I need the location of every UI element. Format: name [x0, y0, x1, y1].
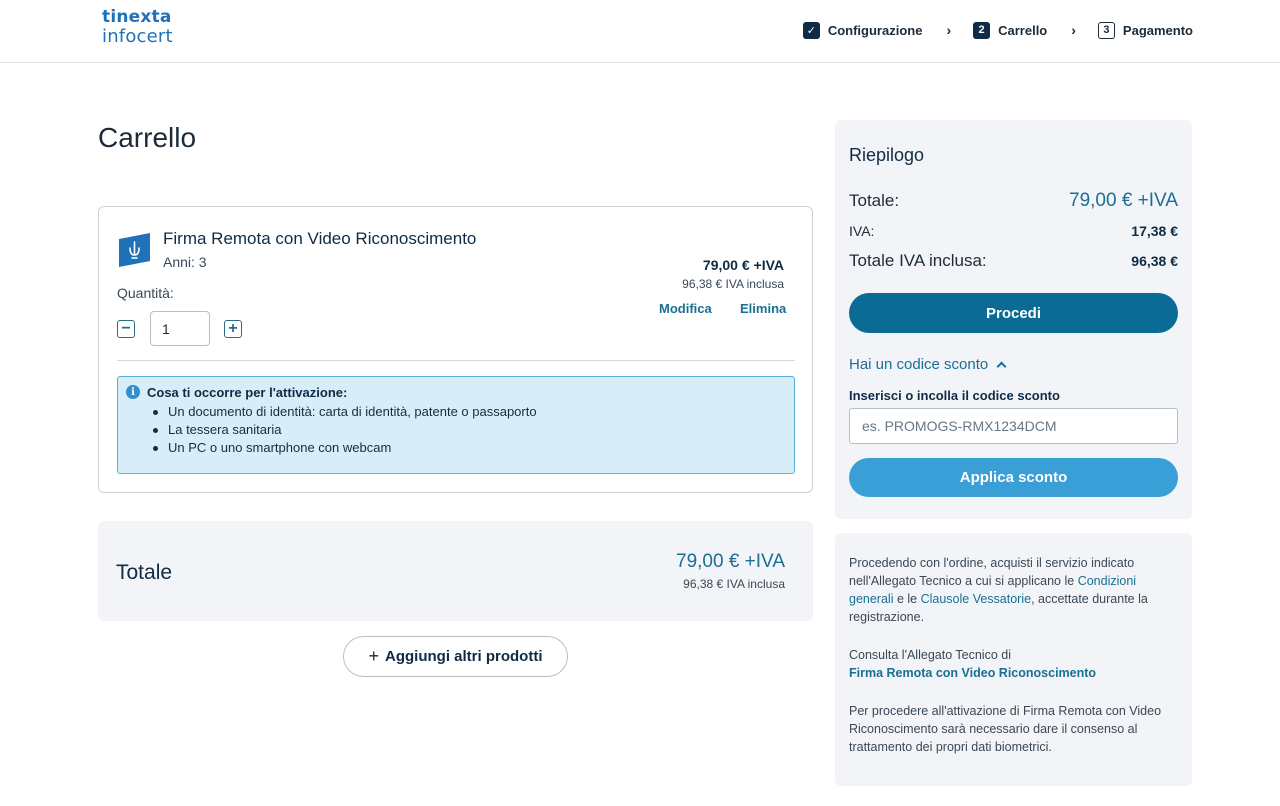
step-configurazione[interactable]: ✓ Configurazione [802, 21, 923, 39]
plus-icon: + [368, 646, 380, 666]
summary-title: Riepilogo [849, 145, 925, 165]
technical-annex-link[interactable]: Firma Remota con Video Riconoscimento [849, 666, 1096, 680]
info-title: Cosa ti occorre per l'attivazione: [147, 385, 348, 400]
total-price-vat-included: 96,38 € IVA inclusa [683, 577, 785, 591]
product-price: 79,00 € +IVA [702, 257, 784, 273]
step-label: Pagamento [1122, 22, 1193, 38]
step-label: Carrello [998, 22, 1048, 38]
order-summary: Riepilogo Totale: 79,00 € +IVA IVA: 17,3… [835, 120, 1192, 519]
summary-vat-value: 17,38 € [1131, 223, 1178, 239]
step-carrello[interactable]: 2 Carrello [973, 21, 1048, 39]
product-name: Firma Remota con Video Riconoscimento [163, 229, 477, 248]
activation-requirements-box: i Cosa ti occorre per l'attivazione: Un … [117, 376, 795, 474]
page-title: Carrello [98, 122, 197, 153]
edit-link[interactable]: Modifica [659, 301, 712, 316]
coupon-field-label: Inserisci o incolla il codice sconto [849, 388, 1060, 403]
signature-product-icon [119, 233, 150, 267]
check-icon: ✓ [802, 21, 820, 39]
list-item: La tessera sanitaria [151, 421, 537, 439]
summary-vat-row: IVA: 17,38 € [849, 223, 1178, 239]
total-price: 79,00 € +IVA [676, 551, 785, 572]
checkout-steps: ✓ Configurazione › 2 Carrello › 3 Pagame… [802, 20, 1193, 40]
list-item: Un documento di identità: carta di ident… [151, 403, 537, 421]
step-pagamento[interactable]: 3 Pagamento [1097, 21, 1193, 39]
add-more-products-label: Aggiungi altri prodotti [385, 648, 543, 665]
total-card: Totale 79,00 € +IVA 96,38 € IVA inclusa [98, 521, 813, 621]
chevron-right-icon: › [946, 22, 952, 38]
apply-coupon-button[interactable]: Applica sconto [849, 458, 1178, 497]
logo[interactable]: tinexta infocert [102, 9, 173, 46]
product-years: Anni: 3 [163, 254, 207, 270]
info-icon: i [126, 385, 140, 399]
legal-paragraph-technical: Consulta l'Allegato Tecnico di Firma Remo… [849, 646, 1178, 682]
quantity-label: Quantità: [117, 285, 174, 301]
requirements-list: Un documento di identità: carta di ident… [151, 403, 537, 457]
divider [117, 360, 795, 361]
logo-bottom-text: infocert [102, 26, 173, 47]
quantity-decrease-button[interactable]: − [117, 320, 135, 338]
coupon-toggle-label: Hai un codice sconto [849, 356, 989, 373]
quantity-increase-button[interactable]: + [224, 320, 242, 338]
legal-paragraph-biometric: Per procedere all'attivazione di Firma R… [849, 704, 1162, 754]
summary-incl-value: 96,38 € [1131, 253, 1178, 269]
chevron-right-icon: › [1071, 22, 1076, 38]
proceed-button[interactable]: Procedi [849, 293, 1178, 333]
logo-top-text: tinexta [102, 7, 172, 27]
product-price-vat-included: 96,38 € IVA inclusa [682, 277, 784, 291]
step-number: 2 [973, 21, 991, 39]
header: tinexta infocert ✓ Configurazione › 2 Ca… [0, 0, 1280, 63]
step-number: 3 [1097, 21, 1115, 39]
summary-incl-row: Totale IVA inclusa: 96,38 € [849, 251, 1178, 271]
list-item: Un PC o uno smartphone con webcam [151, 439, 537, 457]
coupon-input[interactable] [849, 408, 1178, 444]
coupon-toggle[interactable]: Hai un codice sconto [849, 356, 1007, 373]
legal-text: e le [893, 592, 921, 606]
vexatious-clauses-link[interactable]: Clausole Vessatorie [921, 592, 1031, 606]
summary-vat-label: IVA: [849, 223, 875, 239]
summary-incl-label: Totale IVA inclusa: [849, 251, 987, 270]
chevron-up-icon [996, 361, 1007, 372]
legal-paragraph-terms: Procedendo con l'ordine, acquisti il ser… [849, 554, 1178, 626]
product-card: Firma Remota con Video Riconoscimento An… [98, 206, 813, 493]
legal-notes: Procedendo con l'ordine, acquisti il ser… [835, 533, 1192, 786]
legal-text: Consulta l'Allegato Tecnico di [849, 648, 1011, 662]
delete-link[interactable]: Elimina [740, 301, 786, 316]
step-label: Configurazione [827, 22, 923, 38]
add-more-products-button[interactable]: + Aggiungi altri prodotti [343, 636, 568, 677]
total-label: Totale [116, 561, 173, 584]
summary-total-row: Totale: 79,00 € +IVA [849, 190, 1178, 212]
summary-total-value: 79,00 € +IVA [1069, 190, 1178, 211]
quantity-input[interactable] [150, 311, 210, 346]
summary-total-label: Totale: [849, 191, 900, 210]
